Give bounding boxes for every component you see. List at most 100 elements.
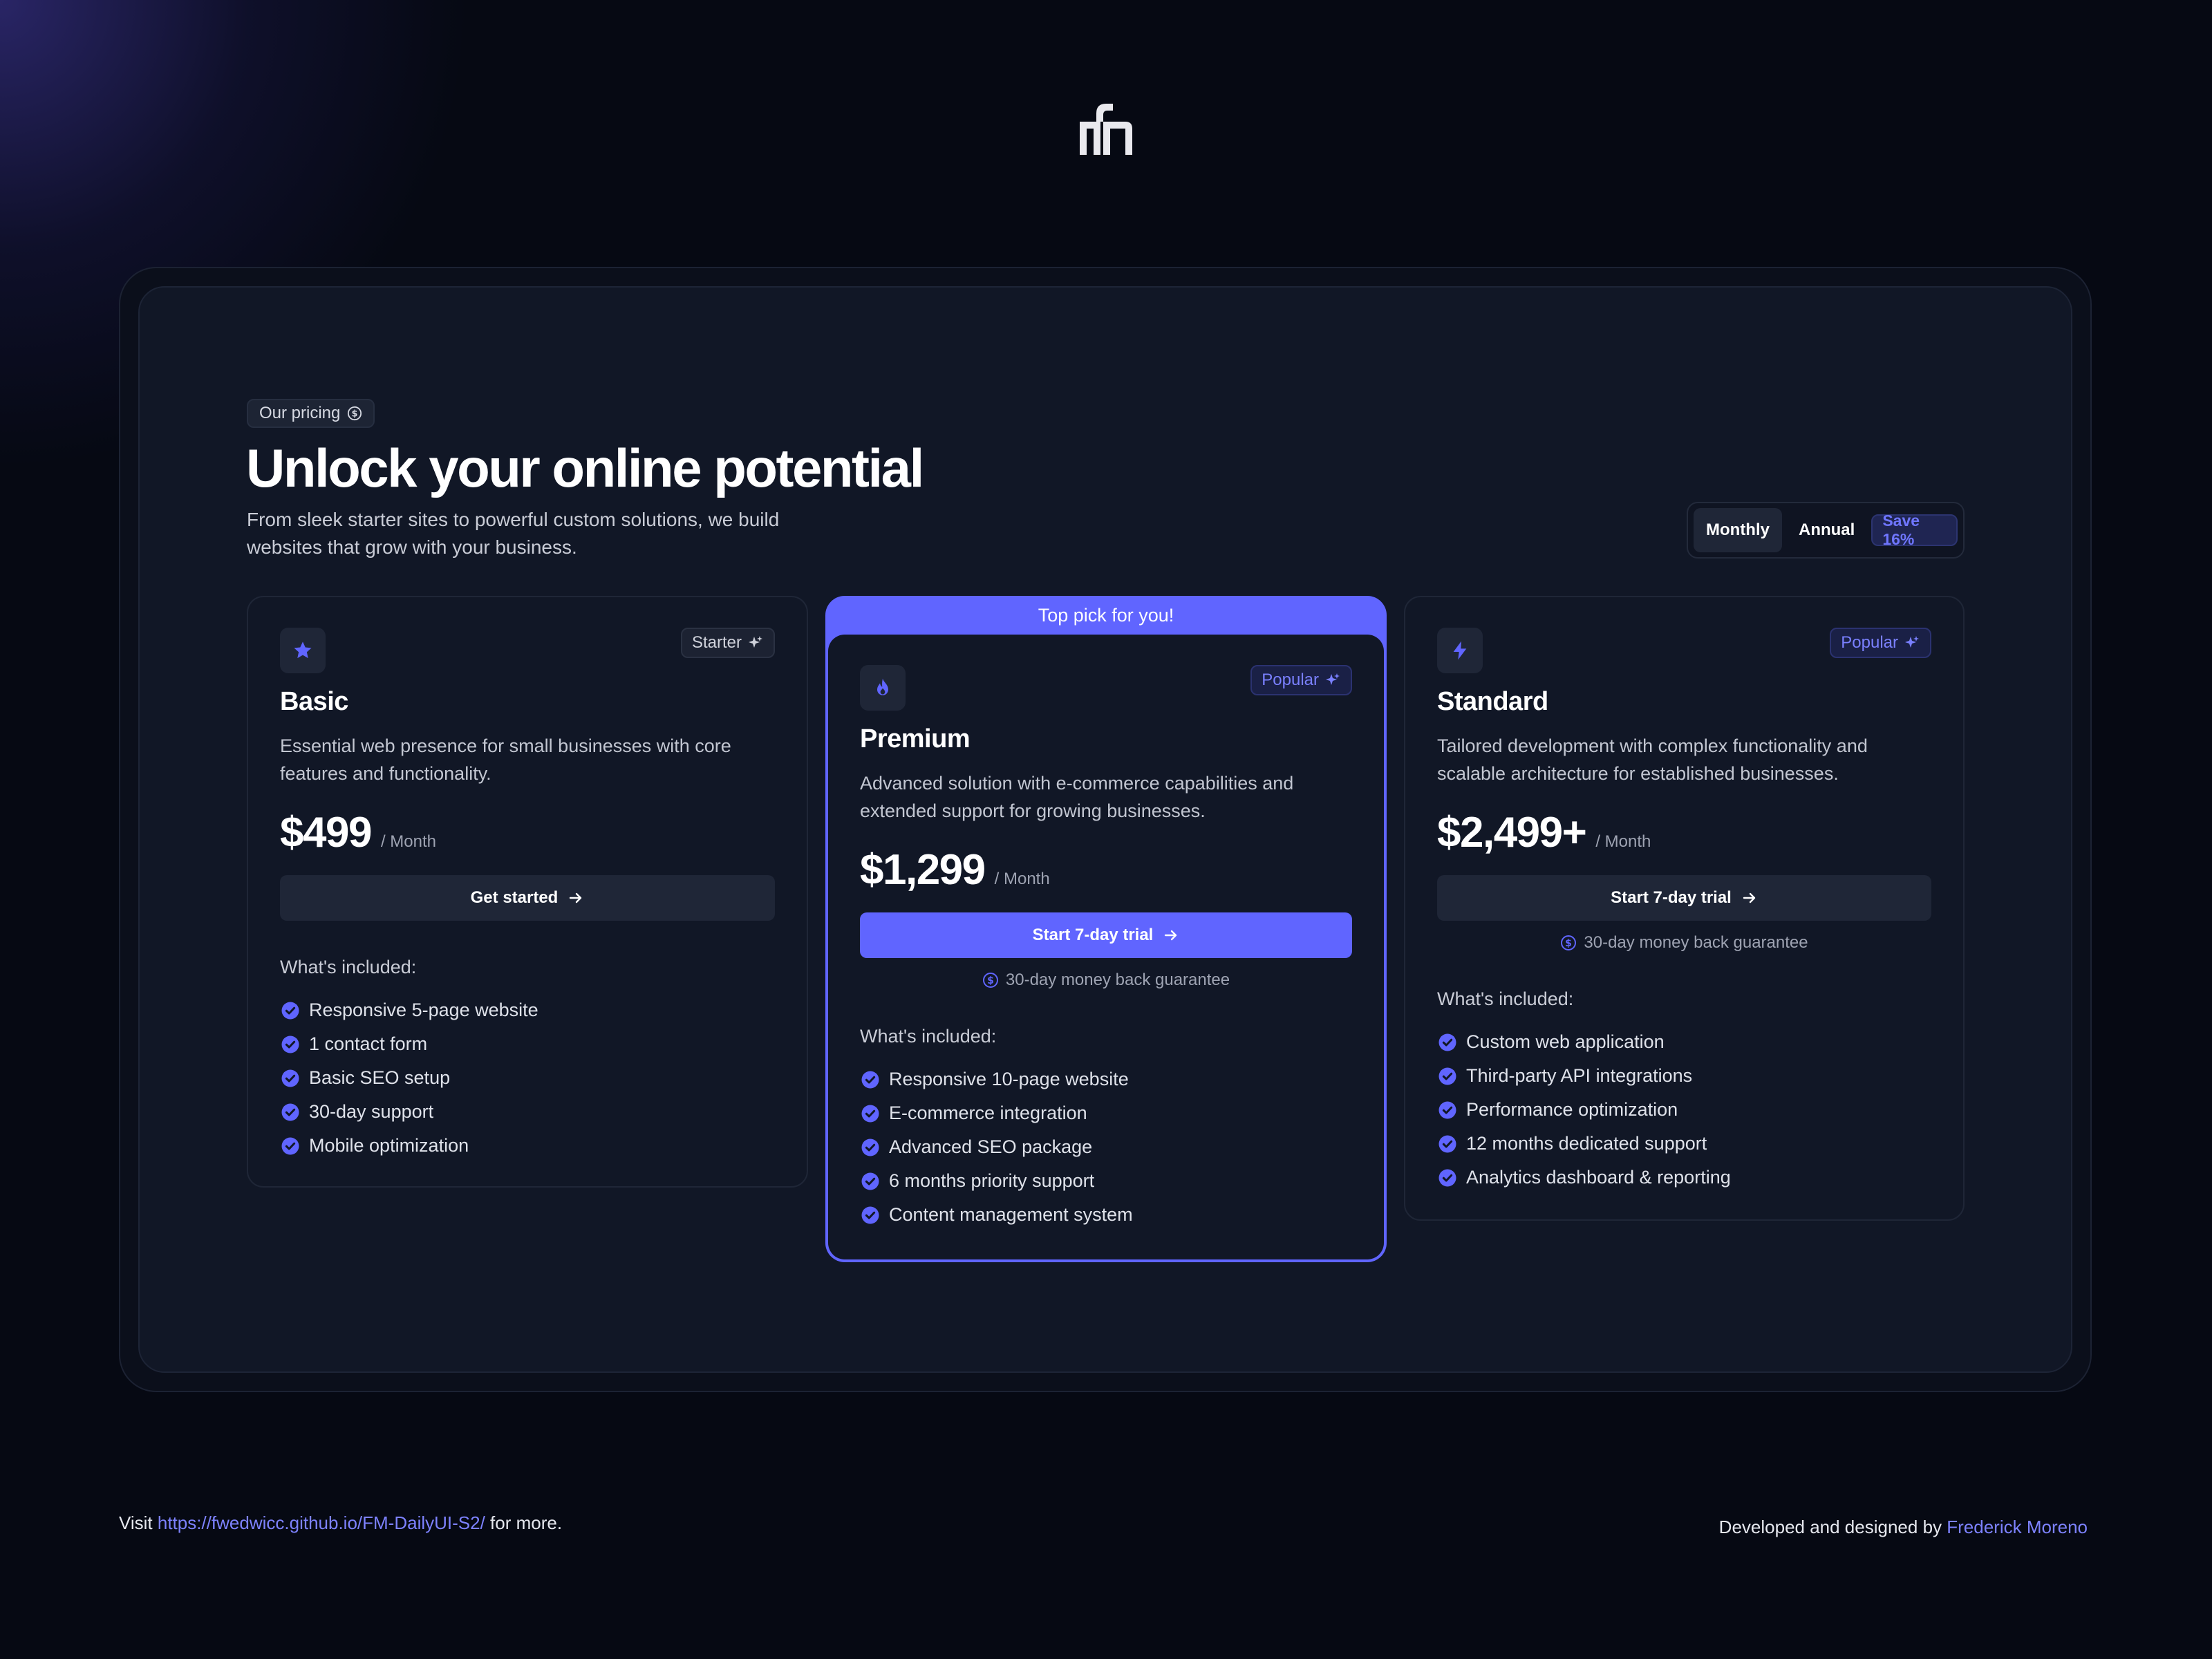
list-item: Advanced SEO package (860, 1130, 1352, 1164)
feature-label: Third-party API integrations (1466, 1065, 1693, 1086)
check-circle-icon (861, 1206, 879, 1224)
money-back-guarantee: $ 30-day money back guarantee (860, 971, 1352, 990)
included-title: What's included: (1437, 988, 1574, 1009)
flame-icon (877, 678, 888, 695)
feature-label: Basic SEO setup (309, 1067, 451, 1088)
save-badge: Save 16% (1871, 512, 1958, 548)
check-circle-icon (1438, 1067, 1456, 1085)
check-circle-icon (861, 1105, 879, 1122)
plan-card-premium-highlight: Top pick for you! Popular Premium Advanc… (825, 596, 1387, 1262)
sparkles-icon (1326, 673, 1340, 685)
start-trial-button[interactable]: Start 7-day trial (1437, 875, 1931, 921)
feature-label: Responsive 5-page website (309, 1000, 538, 1020)
feature-label: 1 contact form (309, 1033, 428, 1054)
check-circle-icon (1438, 1169, 1456, 1186)
check-circle-icon (281, 1002, 299, 1019)
plan-price: $2,499+ (1437, 809, 1587, 856)
check-circle-icon (861, 1172, 879, 1190)
check-circle-icon (281, 1137, 299, 1154)
visit-prefix: Visit (119, 1512, 158, 1533)
check-circle-icon (281, 1103, 299, 1121)
badge-label: Popular (1841, 633, 1898, 652)
plan-icon-box (860, 665, 906, 711)
plan-icon-box (1437, 628, 1483, 673)
arrow-right-icon (1165, 930, 1177, 941)
annual-toggle-button[interactable]: Annual (1786, 508, 1867, 552)
dollar-circle-icon: $ (982, 973, 998, 988)
list-item: Content management system (860, 1198, 1352, 1232)
svg-text:$: $ (1566, 938, 1573, 949)
arrow-right-icon (1743, 892, 1756, 903)
svg-text:$: $ (352, 409, 358, 420)
project-link[interactable]: https://fwedwicc.github.io/FM-DailyUI-S2… (158, 1512, 485, 1533)
price-row: $2,499+ / Month (1437, 808, 1931, 857)
check-circle-icon (1438, 1135, 1456, 1152)
money-back-guarantee: $ 30-day money back guarantee (1437, 933, 1931, 953)
sparkles-icon (749, 636, 762, 648)
plan-name: Standard (1437, 687, 1548, 716)
included-title: What's included: (280, 957, 417, 977)
check-circle-icon (1438, 1101, 1456, 1118)
monthly-toggle-button[interactable]: Monthly (1694, 508, 1782, 552)
author-link[interactable]: Frederick Moreno (1947, 1517, 2088, 1537)
list-item: Analytics dashboard & reporting (1437, 1161, 1931, 1194)
plan-icon-box (280, 628, 326, 673)
feature-list: Custom web application Third-party API i… (1437, 1025, 1931, 1194)
our-pricing-chip: Our pricing $ (247, 399, 375, 428)
arrow-right-icon (570, 892, 582, 903)
cta-label: Start 7-day trial (1032, 926, 1154, 944)
footer-visit: Visit https://fwedwicc.github.io/FM-Dail… (119, 1512, 562, 1534)
billing-toggle: Monthly Annual Save 16% (1687, 502, 1965, 559)
list-item: Basic SEO setup (280, 1061, 775, 1095)
feature-label: Advanced SEO package (889, 1136, 1093, 1157)
check-circle-icon (1438, 1033, 1456, 1051)
feature-label: Custom web application (1466, 1031, 1665, 1052)
check-circle-icon (861, 1071, 879, 1088)
plan-period: / Month (994, 870, 1050, 888)
plan-description: Tailored development with complex functi… (1437, 735, 1868, 784)
star-icon (294, 641, 312, 659)
start-trial-button[interactable]: Start 7-day trial (860, 912, 1352, 958)
list-item: Performance optimization (1437, 1093, 1931, 1127)
plan-period: / Month (1595, 832, 1651, 851)
page-title: Unlock your online potential (246, 438, 924, 498)
dollar-circle-icon: $ (348, 406, 362, 421)
badge-label: Starter (691, 633, 742, 652)
feature-label: 12 months dedicated support (1466, 1133, 1707, 1154)
check-circle-icon (281, 1035, 299, 1053)
list-item: Mobile optimization (280, 1129, 775, 1163)
credit-prefix: Developed and designed by (1718, 1517, 1947, 1537)
plan-name: Basic (280, 687, 348, 716)
mfn-logo-icon (1080, 104, 1132, 155)
sparkles-icon (1905, 636, 1919, 648)
top-pick-banner: Top pick for you! (1038, 604, 1174, 626)
guarantee-label: 30-day money back guarantee (1005, 971, 1230, 989)
plan-card-standard: Popular Standard Tailored development wi… (1404, 596, 1965, 1221)
feature-label: 6 months priority support (889, 1170, 1095, 1191)
list-item: Responsive 5-page website (280, 993, 775, 1027)
footer-credit: Developed and designed by Frederick More… (1719, 1517, 2088, 1538)
svg-text:$: $ (987, 975, 994, 986)
plan-card-premium: Popular Premium Advanced solution with e… (828, 635, 1384, 1259)
feature-label: Performance optimization (1466, 1099, 1678, 1120)
feature-label: 30-day support (309, 1101, 434, 1122)
list-item: 30-day support (280, 1095, 775, 1129)
list-item: 12 months dedicated support (1437, 1127, 1931, 1161)
get-started-button[interactable]: Get started (280, 875, 775, 921)
plan-description: Essential web presence for small busines… (280, 735, 731, 784)
pricing-chip-label: Our pricing (259, 404, 341, 422)
feature-label: Analytics dashboard & reporting (1466, 1167, 1731, 1188)
list-item: 6 months priority support (860, 1164, 1352, 1198)
list-item: Responsive 10-page website (860, 1062, 1352, 1096)
list-item: E-commerce integration (860, 1096, 1352, 1130)
plan-name: Premium (860, 724, 971, 753)
plan-price: $1,299 (860, 846, 986, 894)
feature-label: E-commerce integration (889, 1103, 1087, 1123)
included-title: What's included: (860, 1026, 997, 1047)
check-circle-icon (861, 1138, 879, 1156)
page-subtitle: From sleek starter sites to powerful cus… (247, 509, 780, 558)
list-item: Custom web application (1437, 1025, 1931, 1059)
plan-period: / Month (380, 832, 436, 851)
price-row: $499 / Month (280, 808, 775, 857)
plan-description: Advanced solution with e-commerce capabi… (860, 773, 1294, 821)
